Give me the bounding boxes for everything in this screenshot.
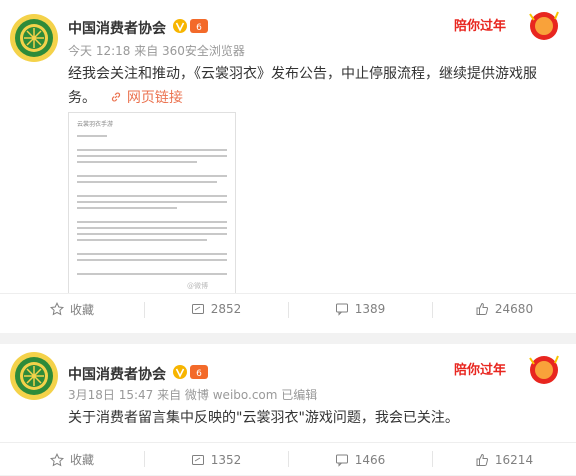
avatar[interactable] <box>10 14 58 62</box>
new-year-badge: 陪你过年 <box>454 11 559 40</box>
like-count: 16214 <box>494 452 534 467</box>
repost-count: 1352 <box>210 452 242 467</box>
thumbs-up-icon <box>476 302 488 315</box>
member-level-icon: 6 <box>190 365 208 379</box>
attached-document-image[interactable]: 云裳羽衣手游 @微博 <box>68 112 236 294</box>
link-icon <box>112 92 121 102</box>
verified-icon <box>173 365 187 379</box>
star-icon <box>49 452 64 466</box>
repost-icon <box>191 454 204 465</box>
post-body: 关于消费者留言集中反映的"云裳羽衣"游戏问题，我会已关注。 <box>68 410 459 426</box>
repost-button[interactable]: 1352 <box>144 443 288 476</box>
comment-icon <box>335 454 348 467</box>
comment-count: 1466 <box>354 452 386 467</box>
like-button[interactable]: 24680 <box>432 294 576 324</box>
like-count: 24680 <box>494 302 534 316</box>
post-meta: 今天 12:18 来自 360安全浏览器 <box>68 44 245 58</box>
doc-header: 云裳羽衣手游 <box>77 121 114 128</box>
svg-text:6: 6 <box>196 369 202 379</box>
like-button[interactable]: 16214 <box>432 443 576 476</box>
badge-text: 陪你过年 <box>454 18 506 34</box>
favorite-label: 收藏 <box>69 302 94 317</box>
favorite-button[interactable]: 收藏 <box>0 443 144 476</box>
action-bar: 收藏 2852 1389 24680 <box>0 293 576 324</box>
favorite-button[interactable]: 收藏 <box>0 294 144 324</box>
post-meta: 3月18日 15:47 来自 微博 weibo.com 已编辑 <box>68 388 318 402</box>
badge-text: 陪你过年 <box>454 362 506 378</box>
comment-button[interactable]: 1389 <box>288 294 432 324</box>
repost-button[interactable]: 2852 <box>144 294 288 324</box>
comment-count: 1389 <box>354 302 386 316</box>
repost-icon <box>191 304 204 314</box>
new-year-badge: 陪你过年 <box>454 355 559 384</box>
avatar[interactable] <box>10 352 58 400</box>
author-name[interactable]: 中国消费者协会 <box>68 18 166 38</box>
verified-icon <box>173 19 187 33</box>
weibo-post-card: 中国消费者协会 6 陪你过年 3月18日 15:47 来自 微博 weibo.c… <box>0 344 576 475</box>
doc-watermark: @微博 <box>187 282 208 290</box>
post-text: 关于消费者留言集中反映的"云裳羽衣"游戏问题，我会已关注。 <box>68 406 538 430</box>
weibo-post-card: 中国消费者协会 6 陪你过年 今天 12:18 来自 360安全浏览器 经我会关… <box>0 0 576 333</box>
star-icon <box>49 302 64 316</box>
favorite-label: 收藏 <box>69 453 94 467</box>
action-bar: 收藏 1352 1466 16214 <box>0 442 576 476</box>
author-name[interactable]: 中国消费者协会 <box>68 364 166 384</box>
thumbs-up-icon <box>476 453 488 466</box>
post-text: 经我会关注和推动，《云裳羽衣》发布公告，中止停服流程，继续提供游戏服务。 网页链… <box>68 62 538 110</box>
web-link[interactable]: 网页链接 <box>110 90 183 106</box>
comment-button[interactable]: 1466 <box>288 443 432 476</box>
repost-count: 2852 <box>210 302 242 316</box>
web-link-label: 网页链接 <box>126 90 183 106</box>
svg-text:6: 6 <box>196 23 202 33</box>
member-level-icon: 6 <box>190 19 208 33</box>
comment-icon <box>335 303 348 316</box>
